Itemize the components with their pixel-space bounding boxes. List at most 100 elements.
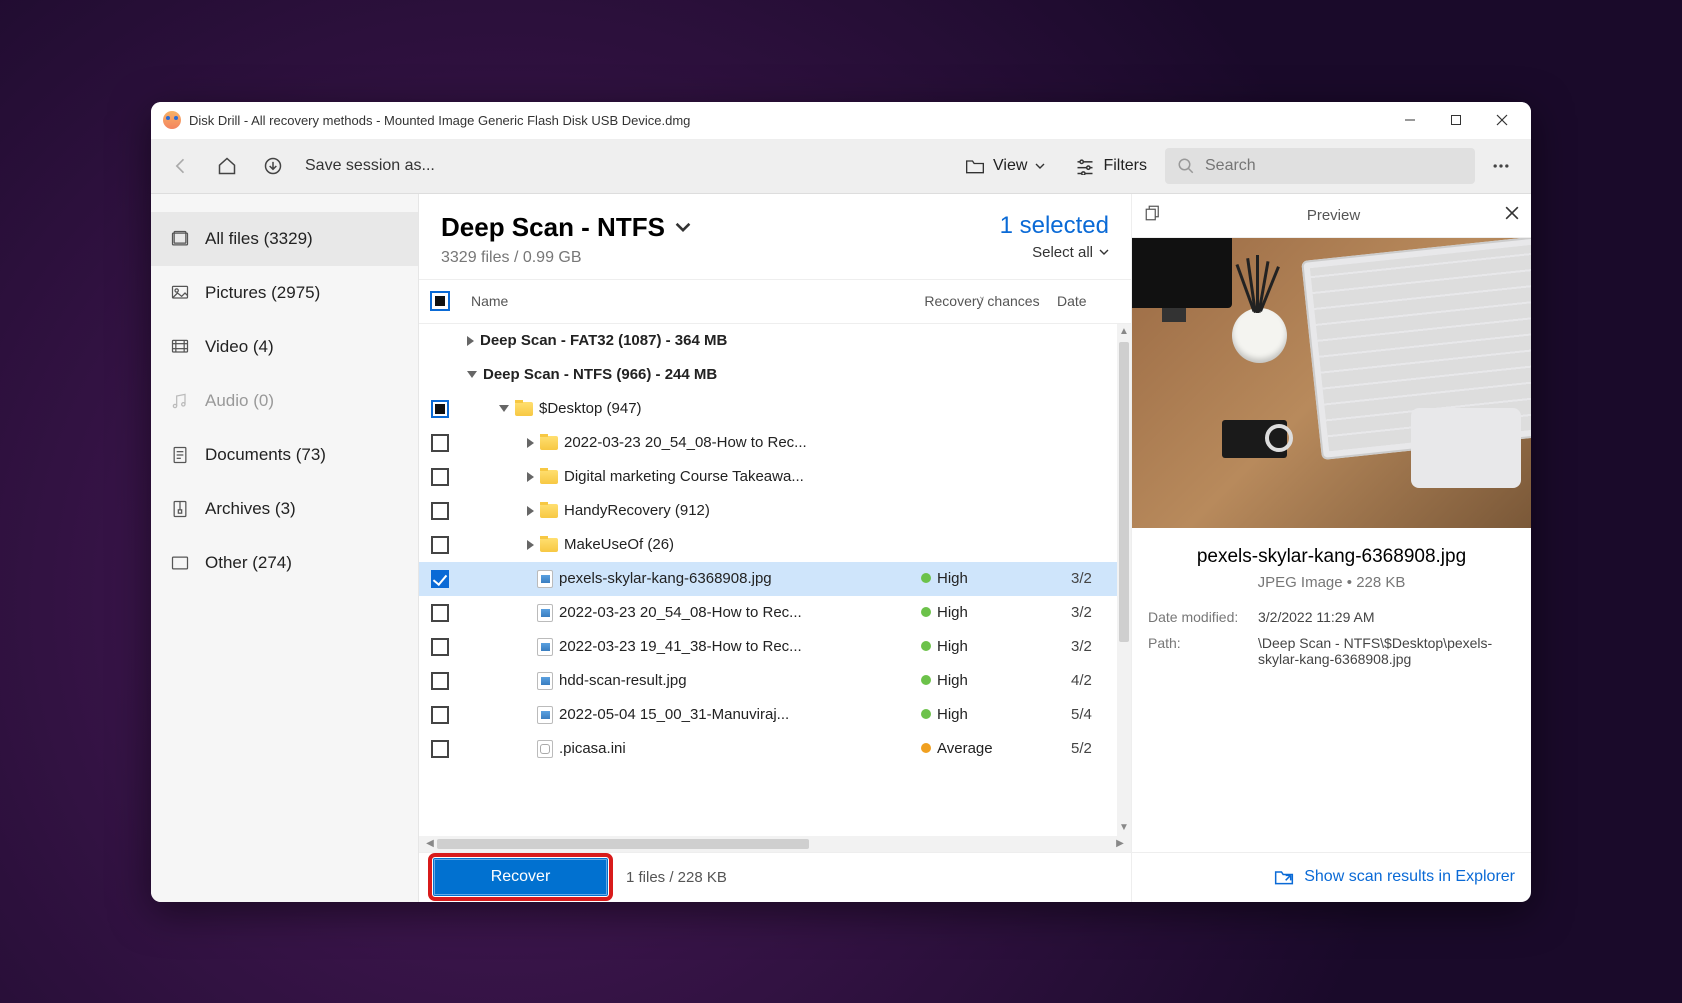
copy-icon [1144,204,1162,222]
folder-row[interactable]: HandyRecovery (912) [419,494,1131,528]
chevron-down-icon[interactable] [675,219,691,235]
row-name: MakeUseOf (26) [564,536,674,553]
folder-row[interactable]: Digital marketing Course Takeawa... [419,460,1131,494]
image-file-icon [537,604,553,622]
row-name: .picasa.ini [559,740,626,757]
expand-toggle[interactable] [527,506,534,516]
row-checkbox[interactable] [431,604,449,622]
home-button[interactable] [207,146,247,186]
file-row[interactable]: 2022-05-04 15_00_31-Manuviraj...High5/4 [419,698,1131,732]
sidebar-item-label: Video (4) [205,337,274,357]
scan-subtitle: 3329 files / 0.99 GB [441,249,691,267]
date-modified-value: 3/2/2022 11:29 AM [1258,609,1515,625]
horizontal-scrollbar[interactable]: ◀ ▶ [419,836,1131,852]
expand-toggle[interactable] [467,371,477,378]
search-icon [1177,157,1195,175]
select-all-button[interactable]: Select all [1000,244,1109,261]
preview-image [1132,238,1531,528]
selection-count: 1 selected [1000,212,1109,240]
file-row[interactable]: pexels-skylar-kang-6368908.jpgHigh3/2 [419,562,1131,596]
row-checkbox[interactable] [431,740,449,758]
date-modified-label: Date modified: [1148,609,1258,625]
path-label: Path: [1148,635,1258,667]
row-checkbox[interactable] [431,434,449,452]
folder-icon [540,504,558,518]
other-icon [169,552,191,574]
folder-icon [540,470,558,484]
sliders-icon [1075,157,1095,175]
document-icon [169,444,191,466]
expand-toggle[interactable] [527,472,534,482]
row-name: Deep Scan - FAT32 (1087) - 364 MB [480,332,727,349]
row-checkbox[interactable] [431,706,449,724]
show-in-explorer-link[interactable]: Show scan results in Explorer [1304,868,1515,886]
sidebar-item-label: Audio (0) [205,391,274,411]
recover-button[interactable]: Recover [433,858,608,896]
sidebar-item-label: Pictures (2975) [205,283,320,303]
row-checkbox[interactable] [431,570,449,588]
back-button[interactable] [161,146,201,186]
preview-meta: JPEG Image • 228 KB [1148,574,1515,591]
folder-icon [540,436,558,450]
video-icon [169,336,191,358]
folder-icon [540,538,558,552]
stack-icon [169,228,191,250]
col-recovery[interactable]: ⌄Recovery chances [907,293,1057,309]
maximize-button[interactable] [1433,102,1479,140]
sidebar-item-label: Documents (73) [205,445,326,465]
search-box[interactable] [1165,148,1475,184]
sidebar-item[interactable]: Pictures (2975) [151,266,418,320]
row-name: $Desktop (947) [539,400,642,417]
row-name: 2022-05-04 15_00_31-Manuviraj... [559,706,789,723]
section-row[interactable]: Deep Scan - NTFS (966) - 244 MB [419,358,1131,392]
row-checkbox[interactable] [431,400,449,418]
row-checkbox[interactable] [431,502,449,520]
file-row[interactable]: hdd-scan-result.jpgHigh4/2 [419,664,1131,698]
row-checkbox[interactable] [431,536,449,554]
selection-stats: 1 files / 228 KB [626,869,727,886]
download-button[interactable] [253,146,293,186]
col-name[interactable]: Name [461,293,907,309]
folder-row[interactable]: $Desktop (947) [419,392,1131,426]
list-footer: Recover 1 files / 228 KB [419,852,1131,902]
row-checkbox[interactable] [431,672,449,690]
close-preview-button[interactable] [1505,206,1519,225]
row-checkbox[interactable] [431,638,449,656]
sidebar-item[interactable]: All files (3329) [151,212,418,266]
section-row[interactable]: Deep Scan - FAT32 (1087) - 364 MB [419,324,1131,358]
close-button[interactable] [1479,102,1525,140]
recovery-label: High [937,604,968,621]
folder-row[interactable]: 2022-03-23 20_54_08-How to Rec... [419,426,1131,460]
filters-button[interactable]: Filters [1063,146,1159,186]
expand-toggle[interactable] [467,336,474,346]
overflow-menu[interactable] [1481,156,1521,176]
folder-row[interactable]: MakeUseOf (26) [419,528,1131,562]
sidebar: All files (3329) Pictures (2975) Video (4)… [151,194,419,902]
sidebar-item[interactable]: Documents (73) [151,428,418,482]
row-name: Digital marketing Course Takeawa... [564,468,804,485]
image-file-icon [537,638,553,656]
view-dropdown[interactable]: View [953,146,1057,186]
row-checkbox[interactable] [431,468,449,486]
vertical-scrollbar[interactable]: ▲ ▼ [1117,324,1131,836]
expand-toggle[interactable] [499,405,509,412]
main-area: All files (3329) Pictures (2975) Video (4)… [151,194,1531,902]
sidebar-item[interactable]: Audio (0) [151,374,418,428]
picture-icon [169,282,191,304]
open-external-button[interactable] [1144,204,1162,227]
file-row[interactable]: 2022-03-23 20_54_08-How to Rec...High3/2 [419,596,1131,630]
col-date[interactable]: Date [1057,293,1117,309]
sidebar-item[interactable]: Archives (3) [151,482,418,536]
recovery-label: High [937,706,968,723]
expand-toggle[interactable] [527,438,534,448]
sidebar-item[interactable]: Video (4) [151,320,418,374]
sidebar-item[interactable]: Other (274) [151,536,418,590]
expand-toggle[interactable] [527,540,534,550]
file-row[interactable]: 2022-03-23 19_41_38-How to Rec...High3/2 [419,630,1131,664]
search-input[interactable] [1205,157,1463,175]
save-session-button[interactable]: Save session as... [305,157,435,175]
master-checkbox[interactable] [430,291,450,311]
minimize-button[interactable] [1387,102,1433,140]
scan-title: Deep Scan - NTFS [441,212,665,243]
file-row[interactable]: .picasa.iniAverage5/2 [419,732,1131,766]
